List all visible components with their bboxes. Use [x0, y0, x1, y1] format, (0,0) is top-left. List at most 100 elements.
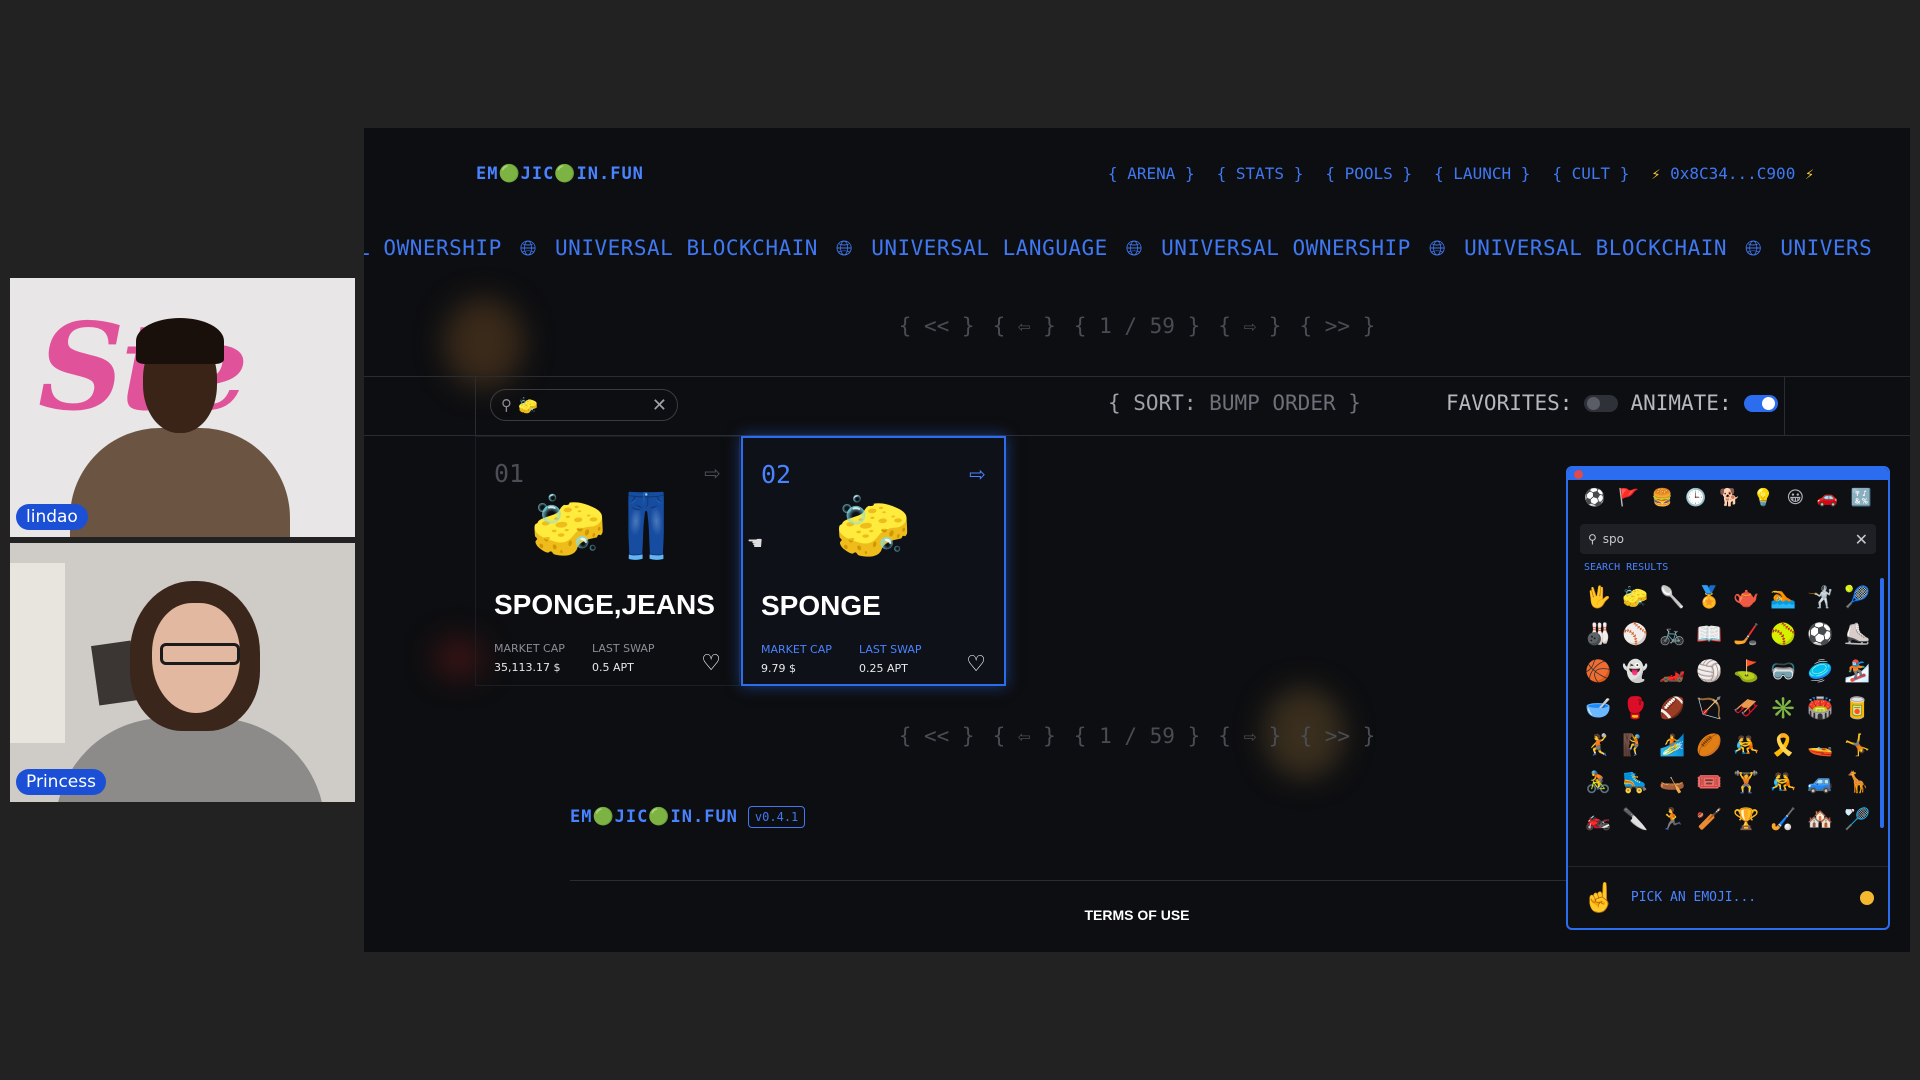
wallet-button[interactable]: ⚡ 0x8C34...C900 ⚡ — [1651, 164, 1814, 183]
pager-first-button[interactable]: { << } — [899, 724, 975, 748]
animate-toggle[interactable] — [1743, 394, 1778, 412]
nav-cult[interactable]: { CULT } — [1552, 164, 1629, 183]
emoji-result[interactable]: 🚙 — [1802, 764, 1839, 801]
emoji-result[interactable]: ⚽ — [1802, 616, 1839, 653]
emoji-result[interactable]: 🥏 — [1802, 653, 1839, 690]
emoji-category-tab[interactable]: ⚽ — [1584, 488, 1605, 508]
favorite-heart-icon[interactable]: ♡ — [701, 651, 721, 676]
emoji-result[interactable]: 🥎 — [1765, 616, 1802, 653]
footer-logo[interactable]: EM🟢JIC🟢IN.FUN — [570, 807, 738, 827]
pager-next-button[interactable]: { ⇨ } — [1218, 724, 1281, 748]
search-input[interactable]: ⚲ 🧽 ✕ — [490, 389, 678, 421]
emoji-result[interactable]: 🏂 — [1839, 653, 1876, 690]
emoji-result[interactable]: 🥄 — [1654, 579, 1691, 616]
emoji-result[interactable]: 🔪 — [1617, 801, 1654, 838]
arrow-right-icon[interactable]: ⇨ — [969, 462, 986, 486]
nav-stats[interactable]: { STATS } — [1217, 164, 1304, 183]
emoji-result[interactable]: 🥫 — [1839, 690, 1876, 727]
emoji-result[interactable]: 🎟️ — [1691, 764, 1728, 801]
emoji-result[interactable]: 🏅 — [1691, 579, 1728, 616]
favorites-toggle[interactable] — [1584, 394, 1619, 412]
emoji-result[interactable]: 🏏 — [1691, 801, 1728, 838]
skin-tone-selector[interactable] — [1860, 890, 1874, 905]
sort-dropdown[interactable]: { SORT: BUMP ORDER } — [1108, 391, 1361, 415]
emoji-result[interactable]: 🏐 — [1691, 653, 1728, 690]
nav-pools[interactable]: { POOLS } — [1325, 164, 1412, 183]
emoji-category-tab[interactable]: 🍔 — [1652, 488, 1673, 508]
emoji-result[interactable]: 🚴 — [1580, 764, 1617, 801]
emoji-result[interactable]: 🏟️ — [1802, 690, 1839, 727]
coin-card[interactable]: 02 ⇨ 🧽 SPONGE MARKET CAP LAST SWAP 9.79 … — [741, 436, 1006, 686]
emoji-category-tab[interactable]: 🐕 — [1719, 488, 1740, 508]
emoji-result[interactable]: 🏸 — [1839, 801, 1876, 838]
emoji-result[interactable]: 🏋️ — [1728, 764, 1765, 801]
emoji-category-tab[interactable]: 🔣 — [1850, 488, 1871, 508]
video-tile-lindao[interactable]: Ste c lindao — [10, 278, 355, 537]
pager-next-button[interactable]: { ⇨ } — [1218, 314, 1281, 338]
clear-search-icon[interactable]: ✕ — [652, 395, 667, 416]
emoji-result[interactable]: 🚲 — [1654, 616, 1691, 653]
emoji-result[interactable]: 🎗️ — [1765, 727, 1802, 764]
emoji-result[interactable]: ⚾ — [1617, 616, 1654, 653]
emoji-result[interactable]: ⛳ — [1728, 653, 1765, 690]
emoji-category-tab[interactable]: 😀 — [1786, 488, 1804, 508]
close-dot-icon[interactable] — [1574, 470, 1583, 479]
emoji-category-tab[interactable]: 🕒 — [1685, 488, 1706, 508]
emoji-result[interactable]: 🏉 — [1691, 727, 1728, 764]
emoji-result[interactable]: 🦒 — [1839, 764, 1876, 801]
close-icon[interactable]: ✕ — [1855, 530, 1868, 549]
emoji-result[interactable]: 🚤 — [1802, 727, 1839, 764]
emoji-result[interactable]: 🧽 — [1617, 579, 1654, 616]
emoji-result[interactable]: 📖 — [1691, 616, 1728, 653]
emoji-result[interactable]: 🏎️ — [1654, 653, 1691, 690]
emoji-result[interactable]: 🏊 — [1765, 579, 1802, 616]
emoji-result[interactable]: 🏆 — [1728, 801, 1765, 838]
video-tile-princess[interactable]: Princess — [10, 543, 355, 802]
emoji-result[interactable]: 🖖 — [1580, 579, 1617, 616]
emoji-result[interactable]: 🥊 — [1617, 690, 1654, 727]
emoji-result[interactable]: 🥣 — [1580, 690, 1617, 727]
brand-logo[interactable]: EM🟢JIC🟢IN.FUN — [476, 164, 644, 184]
emoji-result[interactable]: 🎳 — [1580, 616, 1617, 653]
emoji-result[interactable]: 🥽 — [1765, 653, 1802, 690]
coin-card[interactable]: 01 ⇨ 🧽👖 SPONGE,JEANS MARKET CAP LAST SWA… — [475, 436, 740, 686]
emoji-result[interactable]: 🛷 — [1728, 690, 1765, 727]
emoji-result[interactable]: 🛶 — [1654, 764, 1691, 801]
emoji-result[interactable]: 🤺 — [1802, 579, 1839, 616]
emoji-result[interactable]: 🤼 — [1765, 764, 1802, 801]
emoji-result[interactable]: ✳️ — [1765, 690, 1802, 727]
emoji-result[interactable]: 🏘️ — [1802, 801, 1839, 838]
emoji-result[interactable]: 🏃 — [1654, 801, 1691, 838]
emoji-result[interactable]: 🧗 — [1617, 727, 1654, 764]
emoji-result[interactable]: 🏹 — [1691, 690, 1728, 727]
pager-prev-button[interactable]: { ⇦ } — [993, 724, 1056, 748]
emoji-search-input[interactable]: ⚲ spo ✕ — [1580, 524, 1876, 554]
emoji-result[interactable]: 🤼 — [1728, 727, 1765, 764]
arrow-right-icon[interactable]: ⇨ — [704, 461, 721, 485]
emoji-result[interactable]: ⛸️ — [1839, 616, 1876, 653]
emoji-result[interactable]: 🏀 — [1580, 653, 1617, 690]
favorite-heart-icon[interactable]: ♡ — [966, 652, 986, 677]
emoji-result[interactable]: 🛼 — [1617, 764, 1654, 801]
emoji-result[interactable]: 👻 — [1617, 653, 1654, 690]
emoji-result[interactable]: 🏑 — [1765, 801, 1802, 838]
nav-arena[interactable]: { ARENA } — [1108, 164, 1195, 183]
emoji-result[interactable]: 🤸 — [1839, 727, 1876, 764]
emoji-result[interactable]: 🏈 — [1654, 690, 1691, 727]
emoji-result[interactable]: 🏒 — [1728, 616, 1765, 653]
emoji-result[interactable]: 🤾 — [1580, 727, 1617, 764]
emoji-category-tab[interactable]: 🚩 — [1618, 488, 1639, 508]
pager-last-button[interactable]: { >> } — [1299, 724, 1375, 748]
emoji-result[interactable]: 🎾 — [1839, 579, 1876, 616]
pager-last-button[interactable]: { >> } — [1299, 314, 1375, 338]
picker-scrollbar[interactable] — [1880, 578, 1884, 828]
nav-launch[interactable]: { LAUNCH } — [1434, 164, 1530, 183]
pager-prev-button[interactable]: { ⇦ } — [993, 314, 1056, 338]
emoji-result[interactable]: 🏍️ — [1580, 801, 1617, 838]
emoji-category-tab[interactable]: 🚗 — [1817, 488, 1838, 508]
emoji-result[interactable]: 🏄 — [1654, 727, 1691, 764]
pager-first-button[interactable]: { << } — [899, 314, 975, 338]
divider — [475, 376, 476, 436]
emoji-result[interactable]: 🫖 — [1728, 579, 1765, 616]
emoji-category-tab[interactable]: 💡 — [1753, 488, 1774, 508]
